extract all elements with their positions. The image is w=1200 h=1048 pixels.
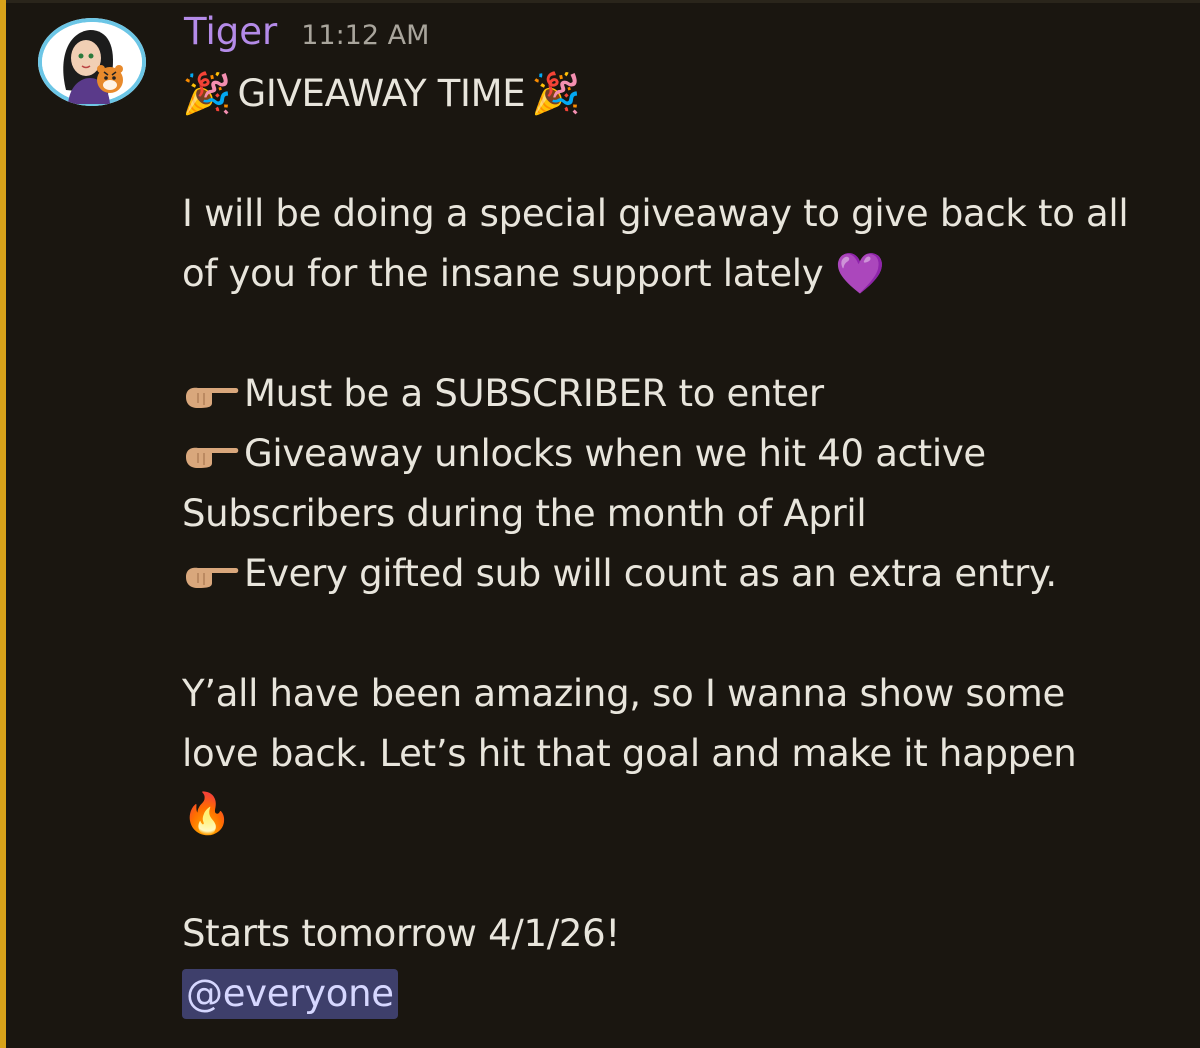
- fire-icon: 🔥: [182, 791, 232, 837]
- text-line: love back. Let’s hit that goal and make …: [182, 724, 1182, 784]
- paragraph-text: Y’all have been amazing, so I wanna show…: [182, 672, 1065, 715]
- bullet-text-continued: Subscribers during the month of April: [182, 492, 867, 535]
- bullet-text: Must be a SUBSCRIBER to enter: [244, 372, 824, 415]
- message-header: Tiger 11:12 AM: [184, 10, 429, 53]
- highlight-accent-bar: [0, 0, 6, 1048]
- author-name[interactable]: Tiger: [184, 10, 277, 53]
- bullet-line: Every gifted sub will count as an extra …: [182, 544, 1182, 604]
- closing-text: Starts tomorrow 4/1/26!: [182, 912, 620, 955]
- top-edge: [0, 0, 1200, 3]
- message-timestamp: 11:12 AM: [301, 20, 430, 51]
- everyone-mention[interactable]: @everyone: [182, 969, 398, 1019]
- purple-heart-icon: 💜: [835, 251, 885, 297]
- title-line: 🎉 GIVEAWAY TIME 🎉: [182, 64, 1182, 124]
- message-content: 🎉 GIVEAWAY TIME 🎉 I will be doing a spec…: [182, 64, 1182, 1024]
- message-title: GIVEAWAY TIME: [237, 72, 526, 115]
- text-line: Subscribers during the month of April: [182, 484, 1182, 544]
- bullet-line: Must be a SUBSCRIBER to enter: [182, 364, 1182, 424]
- paragraph-text: I will be doing a special giveaway to gi…: [182, 192, 1129, 235]
- mention-line: @everyone: [182, 964, 1182, 1024]
- text-line: of you for the insane support lately 💜: [182, 244, 1182, 304]
- bullet-line: Giveaway unlocks when we hit 40 active: [182, 424, 1182, 484]
- party-popper-icon: 🎉: [531, 71, 581, 117]
- pointing-right-hand-icon: [182, 559, 240, 589]
- pointing-right-hand-icon: [182, 379, 240, 409]
- avatar-image: [42, 22, 142, 104]
- text-line: I will be doing a special giveaway to gi…: [182, 184, 1182, 244]
- bullet-text: Every gifted sub will count as an extra …: [244, 552, 1057, 595]
- emoji-line: 🔥: [182, 784, 1182, 844]
- pointing-right-hand-icon: [182, 439, 240, 469]
- bullet-text: Giveaway unlocks when we hit 40 active: [244, 432, 986, 475]
- text-line: Y’all have been amazing, so I wanna show…: [182, 664, 1182, 724]
- paragraph-text: of you for the insane support lately: [182, 252, 824, 295]
- avatar[interactable]: [38, 18, 146, 106]
- text-line: Starts tomorrow 4/1/26!: [182, 904, 1182, 964]
- message-view: Tiger 11:12 AM 🎉 GIVEAWAY TIME 🎉 I will …: [0, 0, 1200, 1048]
- paragraph-text: love back. Let’s hit that goal and make …: [182, 732, 1077, 775]
- party-popper-icon: 🎉: [182, 71, 232, 117]
